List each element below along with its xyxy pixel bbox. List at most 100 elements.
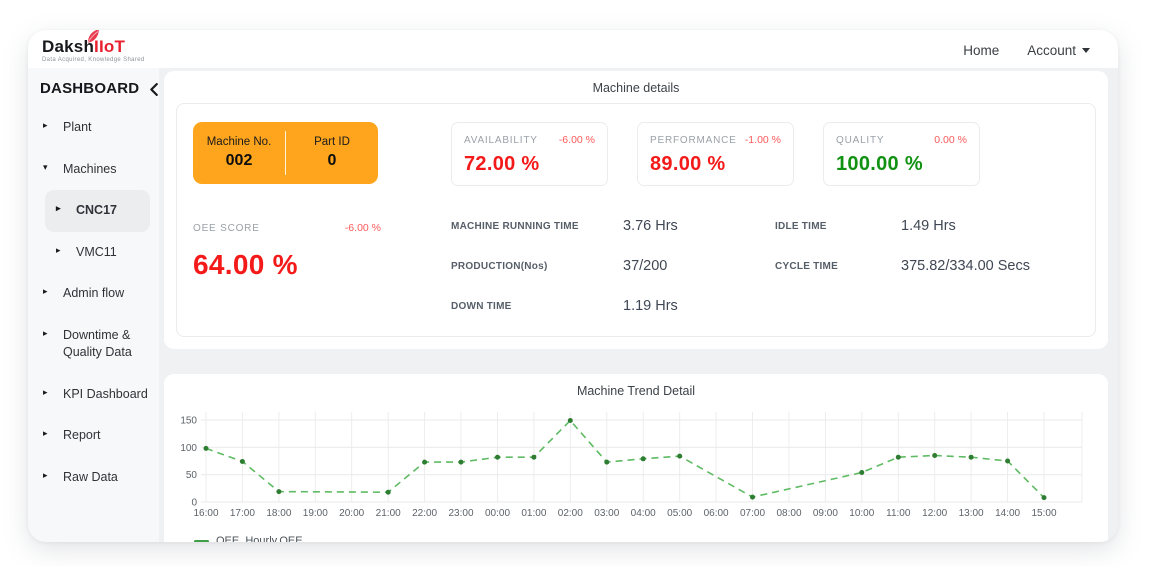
svg-text:08:00: 08:00 <box>776 508 801 519</box>
kpi-card-availability: AVAILABILITY-6.00 %72.00 % <box>451 122 608 186</box>
machine-details-title: Machine details <box>176 78 1096 103</box>
machine-trend-title: Machine Trend Detail <box>176 381 1096 406</box>
machine-no-field: Machine No.002 <box>193 132 285 174</box>
oee-value: 64.00 % <box>193 249 381 281</box>
stat-label-down-time: DOWN TIME <box>451 301 623 312</box>
topbar: DakshIIoT Data Acquired, Knowledge Share… <box>28 30 1118 68</box>
sidebar-collapse-icon[interactable] <box>148 83 159 96</box>
legend-label: OEE_Hourly.OEE <box>216 535 303 542</box>
app-window: DakshIIoT Data Acquired, Knowledge Share… <box>28 30 1118 542</box>
sidebar-item-label: VMC11 <box>76 244 117 262</box>
sidebar-item-machines[interactable]: ▾ Machines <box>28 149 159 191</box>
brand-logo[interactable]: DakshIIoT Data Acquired, Knowledge Share… <box>42 38 145 63</box>
expand-arrow-icon[interactable]: ▸ <box>43 386 51 400</box>
svg-text:12:00: 12:00 <box>922 508 947 519</box>
kpi-label: AVAILABILITY <box>464 135 538 146</box>
trend-chart: 16:0017:0018:0019:0020:0021:0022:0023:00… <box>176 408 1096 532</box>
svg-text:19:00: 19:00 <box>303 508 328 519</box>
svg-text:23:00: 23:00 <box>448 508 473 519</box>
collapse-arrow-icon[interactable]: ▾ <box>43 161 51 175</box>
field-value: 0 <box>288 152 376 170</box>
machine-trend-panel: Machine Trend Detail 16:0017:0018:0019:0… <box>164 374 1108 542</box>
stat-value: 37/200 <box>623 258 775 274</box>
nav-account[interactable]: Account <box>1027 43 1090 58</box>
nav-label: Home <box>963 43 999 58</box>
kpi-label: QUALITY <box>836 135 884 146</box>
kpi-delta: 0.00 % <box>934 134 967 146</box>
stat-value: 1.49 Hrs <box>901 218 1073 234</box>
field-label: Part ID <box>288 136 376 148</box>
svg-text:14:00: 14:00 <box>995 508 1020 519</box>
sidebar-item-vmc11[interactable]: ▸ VMC11 <box>45 232 159 274</box>
part-id-field: Part ID 0 <box>286 132 378 174</box>
nav-label: Account <box>1027 43 1076 58</box>
svg-text:07:00: 07:00 <box>740 508 765 519</box>
svg-text:03:00: 03:00 <box>594 508 619 519</box>
sidebar-item-raw-data[interactable]: ▸ Raw Data <box>28 457 159 499</box>
svg-text:0: 0 <box>191 498 197 509</box>
top-nav: Home Account <box>963 43 1090 58</box>
kpi-card-performance: PERFORMANCE-1.00 %89.00 % <box>637 122 794 186</box>
expand-arrow-icon[interactable]: ▸ <box>43 469 51 483</box>
machine-details-card: Machine No.002Part ID 0 AVAILABILITY -6.00… <box>176 103 1096 337</box>
svg-text:00:00: 00:00 <box>485 508 510 519</box>
stat-value: 375.82/334.00 Secs <box>901 258 1073 274</box>
sidebar-item-admin-flow[interactable]: ▸Admin flow <box>28 273 159 315</box>
svg-text:17:00: 17:00 <box>230 508 255 519</box>
svg-text:02:00: 02:00 <box>558 508 583 519</box>
kpi-delta: -6.00 % <box>559 134 595 146</box>
stat-label-production-nos: PRODUCTION(Nos) <box>451 261 623 272</box>
svg-text:20:00: 20:00 <box>339 508 364 519</box>
svg-text:22:00: 22:00 <box>412 508 437 519</box>
expand-arrow-icon[interactable]: ▸ <box>43 327 51 341</box>
svg-text:13:00: 13:00 <box>959 508 984 519</box>
sidebar-item-cnc17[interactable]: ▸ CNC17 <box>45 190 150 232</box>
nav-home[interactable]: Home <box>963 43 999 58</box>
expand-arrow-icon[interactable]: ▸ <box>43 119 51 133</box>
expand-arrow-icon[interactable]: ▸ <box>43 285 51 299</box>
sidebar-item-label: Plant <box>63 119 92 137</box>
sidebar-item-label: Raw Data <box>63 469 118 487</box>
main-content: Machine details Machine No.002Part ID 0 A… <box>159 68 1118 542</box>
kpi-card-quality: QUALITY 0.00 % 100.00 % <box>823 122 980 186</box>
chart-legend: OEE_Hourly.OEE <box>176 532 1096 542</box>
sidebar-title: DASHBOARD <box>40 80 139 97</box>
kpi-cards-row: AVAILABILITY-6.00 %72.00 %PERFORMANCE-1.… <box>451 122 1079 186</box>
sidebar-nav: ▸ Plant ▾ Machines ▸ CNC17 ▸ VMC11 ▸Admin flow▸D… <box>28 107 159 498</box>
oee-delta: -6.00 % <box>345 222 381 234</box>
stat-label-idle-time: IDLE TIME <box>775 221 901 232</box>
machine-number-card: Machine No.002Part ID 0 <box>193 122 378 184</box>
sidebar-item-label: Report <box>63 427 101 445</box>
sidebar-item-label: KPI Dashboard <box>63 386 148 404</box>
sidebar-item-downtime-quality-data[interactable]: ▸Downtime & Quality Data <box>28 315 159 374</box>
field-value: 002 <box>195 152 283 170</box>
stat-label-machine-running-time: MACHINE RUNNING TIME <box>451 221 623 232</box>
sidebar-item-label: CNC17 <box>76 202 117 220</box>
kpi-value: 100.00 % <box>836 153 967 176</box>
sidebar-item-report[interactable]: ▸ Report <box>28 415 159 457</box>
stat-value: 1.19 Hrs <box>623 298 775 314</box>
sidebar-item-kpi-dashboard[interactable]: ▸ KPI Dashboard <box>28 374 159 416</box>
oee-score-block: OEE SCORE -6.00 % 64.00 % <box>193 218 381 314</box>
svg-text:11:00: 11:00 <box>886 508 911 519</box>
expand-arrow-icon[interactable]: ▸ <box>56 202 64 216</box>
svg-text:18:00: 18:00 <box>266 508 291 519</box>
svg-text:06:00: 06:00 <box>704 508 729 519</box>
legend-swatch-icon <box>194 540 209 543</box>
svg-text:100: 100 <box>180 443 197 454</box>
brand-tagline: Data Acquired, Knowledge Shared <box>42 57 145 63</box>
svg-text:10:00: 10:00 <box>849 508 874 519</box>
sidebar-item-plant[interactable]: ▸ Plant <box>28 107 159 149</box>
stat-value: 3.76 Hrs <box>623 218 775 234</box>
expand-arrow-icon[interactable]: ▸ <box>56 244 64 258</box>
svg-text:05:00: 05:00 <box>667 508 692 519</box>
kpi-label: PERFORMANCE <box>650 135 737 146</box>
sidebar-header: DASHBOARD <box>28 76 159 107</box>
expand-arrow-icon[interactable]: ▸ <box>43 427 51 441</box>
chevron-down-icon <box>1082 48 1090 53</box>
svg-text:09:00: 09:00 <box>813 508 838 519</box>
machine-details-panel: Machine details Machine No.002Part ID 0 A… <box>164 71 1108 349</box>
kpi-value: 89.00 % <box>650 153 781 176</box>
machine-stats-grid: MACHINE RUNNING TIME3.76 HrsIDLE TIME1.4… <box>451 218 1079 314</box>
sidebar-item-label: Machines <box>63 161 117 179</box>
